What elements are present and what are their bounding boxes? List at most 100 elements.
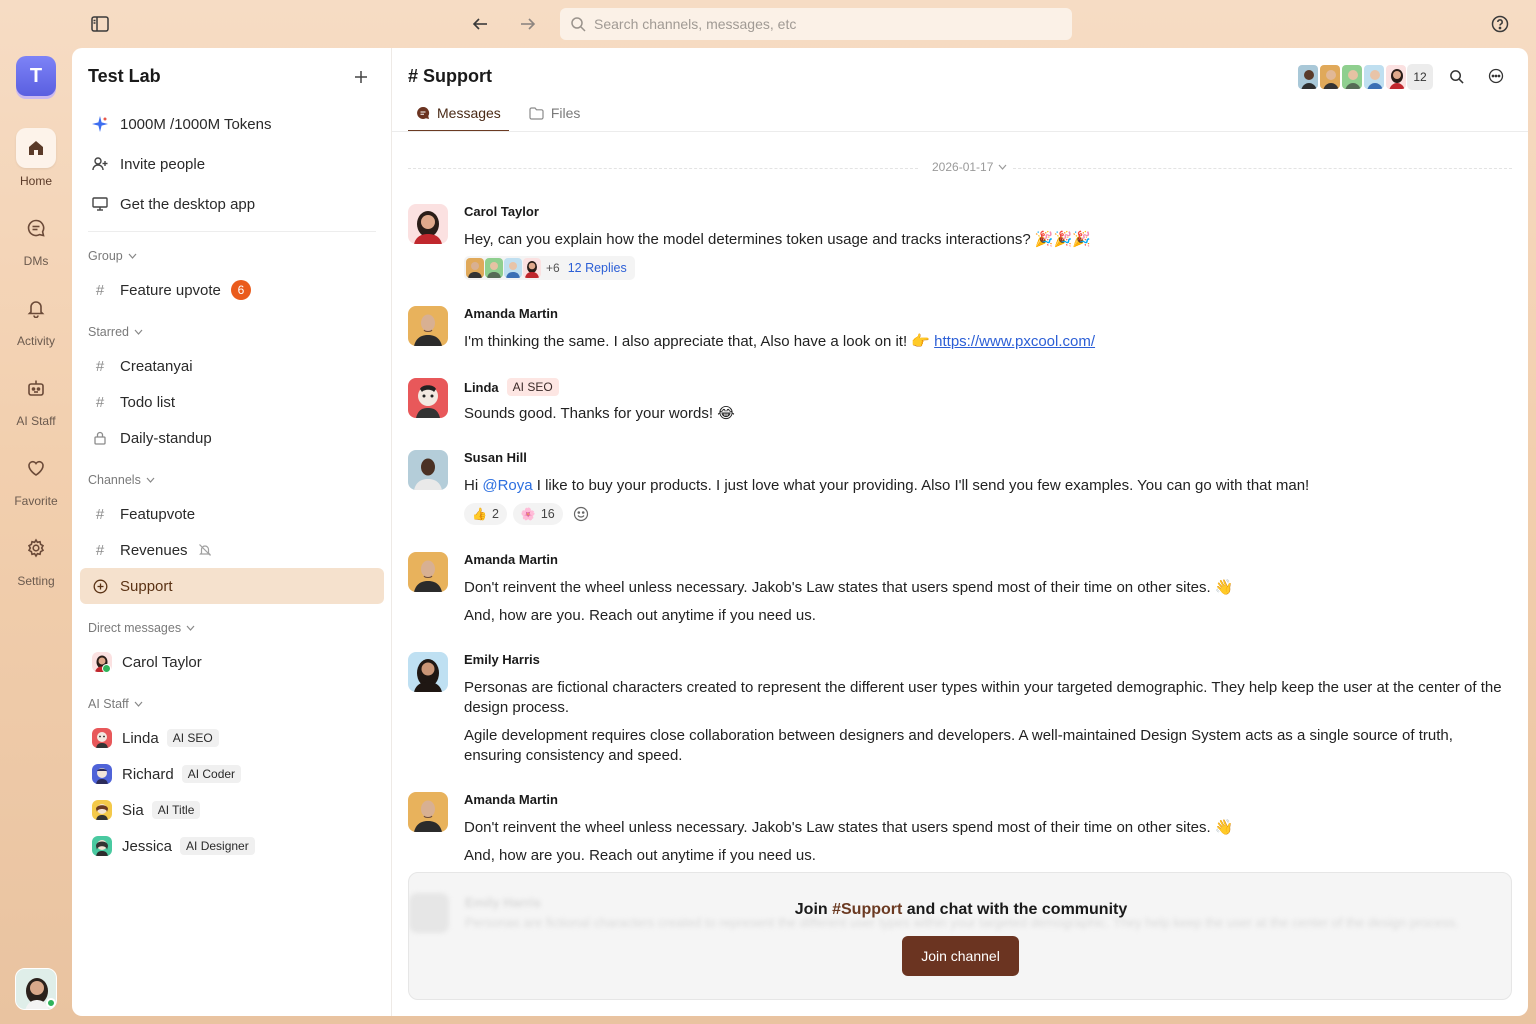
rail-item-home[interactable]: Home [0,128,72,188]
section-ai-staff[interactable]: AI Staff [88,697,143,711]
sidebar-toggle-icon[interactable] [88,12,112,36]
rail-item-activity[interactable]: Activity [0,288,72,348]
rail-label: Favorite [14,494,58,508]
section-starred[interactable]: Starred [88,325,143,339]
rail-item-favorite[interactable]: Favorite [0,448,72,508]
starred-item-creatanyai[interactable]: # Creatanyai [80,348,384,384]
reaction-count: 2 [491,507,499,521]
message-text: Sounds good. Thanks for your words! 😂 [464,405,735,422]
ai-staff-item-sia[interactable]: Sia AI Title [80,792,384,828]
dm-item-carol-taylor[interactable]: Carol Taylor [80,644,384,680]
message-item: Susan Hill Hi @Roya I like to buy your p… [408,450,1512,530]
rail-item-setting[interactable]: Setting [0,528,72,588]
join-text-part: and chat with the community [902,901,1128,918]
forward-arrow-icon[interactable] [516,12,540,36]
avatar[interactable] [408,450,448,490]
author-name: Amanda Martin [464,792,558,807]
user-plus-icon [92,156,108,172]
hash-icon: # [95,281,105,299]
tokens-item[interactable]: 1000M /1000M Tokens [80,106,384,142]
chevron-down-icon [134,329,143,335]
rail-item-dms[interactable]: DMs [0,208,72,268]
reaction-thumbs-up[interactable]: 👍 2 [464,503,507,525]
message-link[interactable]: https://www.pxcool.com/ [934,333,1095,350]
avatar[interactable] [408,204,448,244]
tab-messages[interactable]: Messages [408,104,509,132]
message-text: I'm thinking the same. I also appreciate… [464,332,1514,352]
ai-staff-name: Sia [122,801,144,819]
invite-people-item[interactable]: Invite people [80,146,384,182]
ai-staff-item-linda[interactable]: Linda AI SEO [80,720,384,756]
message-text-part: Hi [464,477,483,494]
member-avatars[interactable]: 12 [1297,64,1433,90]
heart-icon [28,460,44,476]
reaction-flower[interactable]: 🌸 16 [512,503,563,525]
message-text: Hi @Roya I like to buy your products. I … [464,476,1514,496]
starred-item-daily-standup[interactable]: Daily-standup [80,420,384,456]
ai-staff-item-richard[interactable]: Richard AI Coder [80,756,384,792]
join-channel-button[interactable]: Join channel [902,936,1019,976]
workspace-avatar[interactable]: T [16,56,56,96]
top-bar [0,0,1536,48]
ai-staff-item-jessica[interactable]: Jessica AI Designer [80,828,384,864]
message-item: Amanda Martin Don't reinvent the wheel u… [408,552,1512,632]
tab-files[interactable]: Files [521,104,589,132]
reaction-emoji: 👍 [472,507,487,521]
section-group[interactable]: Group [88,249,137,263]
message-author[interactable]: Amanda Martin [464,306,558,321]
avatar[interactable] [408,652,448,692]
message-author[interactable]: Amanda Martin [464,792,558,807]
join-text-part: Join [794,901,833,918]
ai-staff-name: Linda [122,729,159,747]
section-direct-messages[interactable]: Direct messages [88,621,195,635]
home-icon [29,141,43,155]
message-text: Agile development requires close collabo… [464,727,1453,764]
avatar [1297,64,1319,90]
avatar[interactable] [408,552,448,592]
channel-item-revenues[interactable]: # Revenues [80,532,384,568]
search-input[interactable] [594,16,1034,32]
avatar[interactable] [408,378,448,418]
user-mention[interactable]: @Roya [482,477,532,494]
message-author[interactable]: Linda AI SEO [464,378,559,396]
starred-item-todo-list[interactable]: # Todo list [80,384,384,420]
search-icon[interactable] [1446,66,1466,86]
rail-item-ai-staff[interactable]: AI Staff [0,368,72,428]
channel-item-support[interactable]: Support [80,568,384,604]
tab-label: Files [550,105,581,121]
channel-item-label: Featupvote [120,505,196,523]
help-icon[interactable] [1488,12,1512,36]
message-author[interactable]: Emily Harris [464,652,540,667]
hash-icon: # [95,541,105,559]
channel-item-featupvote[interactable]: # Featupvote [80,496,384,532]
message-author[interactable]: Amanda Martin [464,552,558,567]
add-reaction-icon[interactable] [573,506,589,522]
avatar [1385,64,1407,90]
group-item-label: Feature upvote [120,281,221,299]
group-item-feature-upvote[interactable]: # Feature upvote 6 [80,272,384,308]
avatar[interactable] [408,306,448,346]
message-item: Emily Harris Personas are fictional char… [408,652,1512,772]
dm-item-label: Carol Taylor [122,653,202,671]
channel-item-label: Support [120,577,173,595]
replies-link[interactable]: 12 Replies [568,261,627,275]
message-author[interactable]: Carol Taylor [464,204,539,219]
section-channels[interactable]: Channels [88,473,155,487]
section-label: Group [88,249,123,263]
hash-icon: # [95,393,105,411]
desktop-app-item[interactable]: Get the desktop app [80,186,384,222]
avatar [1319,64,1341,90]
avatar[interactable] [408,792,448,832]
avatar [1341,64,1363,90]
message-author[interactable]: Susan Hill [464,450,527,465]
add-icon[interactable] [350,66,372,88]
ai-staff-name: Jessica [122,837,173,855]
thread-replies[interactable]: +6 12 Replies [464,256,635,280]
more-options-icon[interactable] [1486,66,1506,86]
hash-icon: # [95,357,105,375]
folder-icon [529,106,544,120]
back-arrow-icon[interactable] [468,12,492,36]
date-label[interactable]: 2026-01-17 [926,160,1014,174]
search-bar[interactable] [560,8,1072,40]
rail-label: Setting [17,574,55,588]
